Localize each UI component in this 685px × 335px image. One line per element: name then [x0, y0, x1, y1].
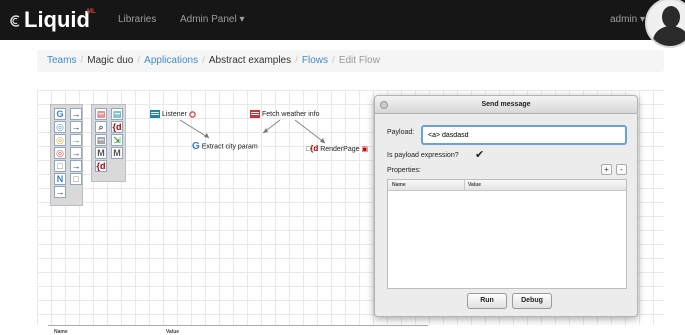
breadcrumb-team: Magic duo	[87, 55, 134, 66]
palette-component-icon[interactable]: ◎	[54, 147, 66, 159]
render-endpoint-icon: ▣	[361, 146, 369, 153]
palette-component-icon[interactable]: ▤	[95, 108, 107, 120]
node-render-label: RenderPage	[320, 146, 360, 153]
properties-table: Name Value	[387, 179, 627, 289]
render-node-icon: {d	[310, 144, 319, 153]
listener-node-icon	[150, 110, 160, 118]
node-listener-label: Listener	[161, 110, 187, 118]
properties-col-value[interactable]: Value	[468, 180, 481, 191]
nav-libraries[interactable]: Libraries	[118, 14, 156, 26]
close-icon[interactable]	[380, 101, 388, 109]
palette-component-icon[interactable]: ◎	[54, 134, 66, 146]
palette-component-icon[interactable]: M	[111, 147, 123, 159]
remove-property-button[interactable]: -	[616, 164, 627, 175]
debug-button[interactable]: Debug	[512, 293, 552, 309]
breadcrumb-separator: /	[137, 55, 141, 66]
breadcrumb: Teams / Magic duo / Applications / Abstract ex…	[37, 50, 664, 72]
nav-admin-panel[interactable]: Admin Panel ▾	[180, 14, 245, 26]
palette-component-icon[interactable]: G	[54, 108, 66, 120]
avatar[interactable]	[645, 0, 685, 48]
breadcrumb-separator: /	[295, 55, 298, 66]
palette-component-icon[interactable]: {d	[111, 121, 123, 133]
expression-checkbox[interactable]: ✔	[475, 148, 484, 161]
palette-component-icon[interactable]: ▤	[111, 108, 123, 120]
node-listener[interactable]: Listener	[150, 110, 196, 118]
listener-endpoint-icon	[189, 110, 196, 118]
palette-component-icon[interactable]: □	[70, 173, 82, 185]
avatar-head	[662, 6, 680, 28]
bottom-col-name[interactable]: Name	[54, 329, 68, 335]
node-extract-label: Extract city param	[201, 143, 258, 151]
user-menu[interactable]: admin ▾	[610, 14, 645, 25]
palette-component-icon[interactable]: ⌕	[95, 121, 107, 133]
brand-text: Liquid	[24, 7, 90, 32]
add-property-button[interactable]: +	[601, 164, 612, 175]
palette-component-icon[interactable]: M	[95, 147, 107, 159]
run-button[interactable]: Run	[467, 293, 507, 309]
palette-component-icon[interactable]: ⇲	[111, 134, 123, 146]
avatar-body	[653, 26, 685, 46]
palette-component-icon[interactable]: →	[70, 121, 82, 133]
component-palette-right: ▤ ▤ ⌕ {d ▤ ⇲ M M {d	[91, 104, 126, 182]
expression-label: Is payload expression?	[387, 152, 459, 159]
breadcrumb-separator: /	[80, 55, 84, 66]
breadcrumb-current: Edit Flow	[338, 55, 380, 66]
dialog-title: Send message	[375, 96, 637, 114]
liquid-logo-icon	[10, 15, 20, 27]
palette-component-icon[interactable]: ▤	[95, 134, 107, 146]
breadcrumb-applications[interactable]: Applications	[144, 55, 198, 66]
palette-component-icon[interactable]: □	[54, 160, 66, 172]
properties-label: Properties:	[387, 167, 421, 174]
palette-component-icon[interactable]: →	[70, 108, 82, 120]
brand-superscript: ML	[87, 9, 96, 15]
palette-component-icon[interactable]: ◎	[54, 121, 66, 133]
top-navbar: Liquid ML Libraries Admin Panel ▾ admin …	[0, 0, 685, 48]
node-fetch-weather[interactable]: Fetch weather info	[250, 110, 320, 118]
properties-col-name[interactable]: Name	[392, 180, 406, 191]
column-divider	[464, 180, 465, 191]
node-render-page[interactable]: □{d RenderPage ▣	[306, 144, 368, 153]
palette-component-icon[interactable]: →	[70, 147, 82, 159]
payload-label: Payload:	[387, 129, 415, 136]
palette-component-icon[interactable]: →	[70, 160, 82, 172]
payload-input[interactable]	[421, 125, 627, 145]
breadcrumb-separator: /	[202, 55, 205, 66]
breadcrumb-separator: /	[332, 55, 335, 66]
node-extract-city[interactable]: G Extract city param	[192, 141, 258, 152]
send-message-dialog: Send message Payload: Is payload express…	[374, 95, 638, 317]
palette-component-icon[interactable]: →	[54, 186, 66, 198]
palette-component-icon[interactable]: N	[54, 173, 66, 185]
breadcrumb-app: Abstract examples	[208, 55, 292, 66]
g-node-icon: G	[192, 141, 200, 152]
node-fetch-label: Fetch weather info	[261, 110, 320, 118]
fetch-node-icon	[250, 110, 260, 118]
breadcrumb-flows[interactable]: Flows	[302, 55, 328, 66]
palette-component-icon[interactable]: →	[70, 134, 82, 146]
bottom-table-header: Name Value	[48, 325, 428, 335]
breadcrumb-teams[interactable]: Teams	[47, 55, 76, 66]
component-palette-left: G → ◎ → ◎ → ◎ → □ → N □ →	[50, 104, 83, 206]
palette-component-icon[interactable]: {d	[95, 160, 107, 172]
properties-table-header: Name Value	[388, 180, 626, 191]
bottom-col-value[interactable]: Value	[166, 329, 179, 335]
